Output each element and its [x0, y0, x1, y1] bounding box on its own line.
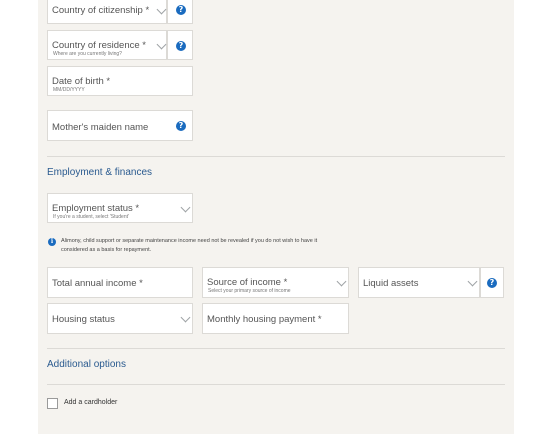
chevron-down-icon [467, 276, 478, 287]
residence-help-cell: ? [167, 30, 193, 60]
country-of-citizenship-select[interactable]: Country of citizenship * [47, 0, 167, 24]
chevron-down-icon [180, 312, 191, 323]
help-icon[interactable]: ? [176, 41, 186, 51]
housing-status-label: Housing status [52, 314, 115, 325]
liquid-assets-select[interactable]: Liquid assets [358, 267, 480, 298]
chevron-down-icon [156, 39, 167, 50]
country-of-residence-label: Country of residence * [52, 40, 146, 51]
liquid-assets-help-cell: ? [480, 267, 504, 298]
liquid-assets-label: Liquid assets [363, 278, 419, 289]
info-icon: i [48, 238, 56, 246]
total-annual-income-label: Total annual income * [52, 278, 143, 289]
chevron-down-icon [180, 202, 191, 213]
section-divider [47, 384, 505, 385]
date-of-birth-input[interactable]: Date of birth * MM/DD/YYYY [47, 66, 193, 96]
alimony-note-line-2: considered as a basis for repayment. [61, 247, 152, 253]
employment-status-select[interactable]: Employment status * If you're a student,… [47, 193, 193, 223]
help-icon[interactable]: ? [176, 121, 186, 131]
monthly-housing-payment-input[interactable]: Monthly housing payment * [202, 303, 349, 334]
country-of-citizenship-label: Country of citizenship * [52, 5, 150, 16]
section-divider [47, 348, 505, 349]
alimony-note: Alimony, child support or separate maint… [61, 237, 401, 255]
help-icon[interactable]: ? [487, 278, 497, 288]
source-of-income-hint: Select your primary source of income [208, 288, 291, 294]
help-icon[interactable]: ? [176, 5, 186, 15]
housing-status-select[interactable]: Housing status [47, 303, 193, 334]
chevron-down-icon [156, 4, 167, 15]
section-divider [47, 156, 505, 157]
source-of-income-label: Source of income * [207, 277, 288, 288]
country-of-residence-select[interactable]: Country of residence * Where are you cur… [47, 30, 167, 60]
source-of-income-select[interactable]: Source of income * Select your primary s… [202, 267, 349, 298]
employment-status-label: Employment status * [52, 203, 140, 214]
date-of-birth-label: Date of birth * [52, 76, 111, 87]
application-form-panel: Country of citizenship * ? Country of re… [38, 0, 514, 434]
chevron-down-icon [336, 276, 347, 287]
alimony-note-line-1: Alimony, child support or separate maint… [61, 238, 318, 244]
country-of-residence-hint: Where are you currently living? [53, 51, 122, 57]
date-of-birth-hint: MM/DD/YYYY [53, 87, 85, 93]
employment-section-title: Employment & finances [47, 167, 153, 178]
add-cardholder-checkbox[interactable] [47, 398, 58, 409]
additional-options-section-title: Additional options [47, 359, 126, 370]
total-annual-income-input[interactable]: Total annual income * [47, 267, 193, 298]
monthly-housing-payment-label: Monthly housing payment * [207, 314, 322, 325]
mothers-maiden-name-label: Mother's maiden name [52, 122, 149, 133]
employment-status-hint: If you're a student, select 'Student' [53, 214, 129, 220]
citizenship-help-cell: ? [167, 0, 193, 24]
mothers-maiden-name-input[interactable]: Mother's maiden name ? [47, 110, 193, 141]
add-cardholder-label[interactable]: Add a cardholder [64, 399, 117, 406]
